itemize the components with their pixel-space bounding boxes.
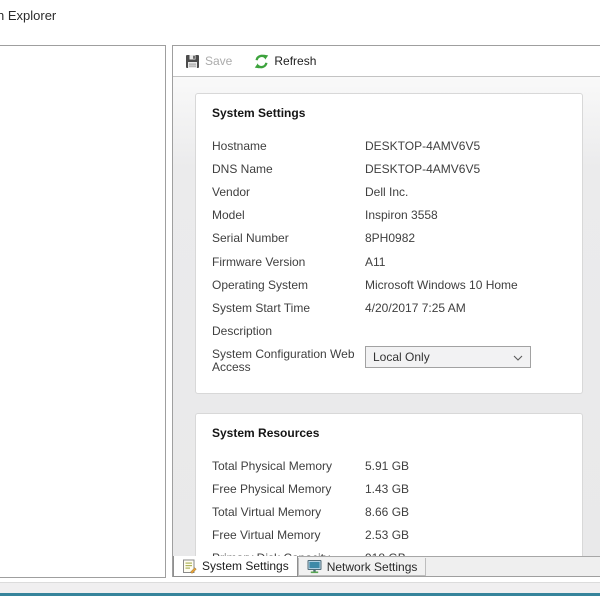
field-label: System Start Time — [212, 301, 365, 315]
tab-system-settings[interactable]: System Settings — [173, 556, 298, 577]
resource-row: Primary Disk Capacity 918 GB — [212, 547, 566, 556]
field-value: DESKTOP-4AMV6V5 — [365, 139, 480, 153]
web-access-row: System Configuration Web Access Local On… — [212, 346, 566, 374]
system-resources-group: System Resources Total Physical Memory 5… — [195, 413, 583, 556]
settings-row: Vendor Dell Inc. — [212, 180, 566, 203]
field-label: DNS Name — [212, 162, 365, 176]
settings-scroll-area[interactable]: System Settings Hostname DESKTOP-4AMV6V5… — [173, 77, 600, 556]
field-value: 2.53 GB — [365, 528, 409, 542]
field-label: Free Virtual Memory — [212, 528, 365, 542]
field-label: Serial Number — [212, 231, 365, 245]
field-value: 1.43 GB — [365, 482, 409, 496]
explorer-tree-panel[interactable] — [0, 45, 166, 578]
field-value: Inspiron 3558 — [365, 208, 438, 222]
field-label: Total Physical Memory — [212, 459, 365, 473]
settings-row: Serial Number 8PH0982 — [212, 227, 566, 250]
field-value: Dell Inc. — [365, 185, 408, 199]
field-value: 5.91 GB — [365, 459, 409, 473]
refresh-button[interactable]: Refresh — [250, 51, 320, 72]
field-label: Total Virtual Memory — [212, 505, 365, 519]
bottom-tab-strip: System Settings Network Settings — [173, 556, 600, 576]
refresh-icon — [254, 54, 269, 69]
field-value: 8.66 GB — [365, 505, 409, 519]
tab-label: Network Settings — [327, 560, 418, 574]
dropdown-selected-value: Local Only — [373, 350, 430, 364]
settings-row: Hostname DESKTOP-4AMV6V5 — [212, 134, 566, 157]
group-title: System Resources — [196, 414, 582, 440]
settings-row: Model Inspiron 3558 — [212, 204, 566, 227]
tab-network-settings[interactable]: Network Settings — [298, 558, 427, 576]
field-label: Description — [212, 324, 365, 338]
floppy-disk-icon — [185, 54, 200, 69]
resource-row: Total Physical Memory 5.91 GB — [212, 454, 566, 477]
resource-row: Free Virtual Memory 2.53 GB — [212, 524, 566, 547]
group-title: System Settings — [196, 94, 582, 120]
resource-row: Total Virtual Memory 8.66 GB — [212, 500, 566, 523]
field-value: DESKTOP-4AMV6V5 — [365, 162, 480, 176]
settings-row: Description — [212, 320, 566, 343]
network-monitor-icon — [307, 559, 322, 574]
field-label: Model — [212, 208, 365, 222]
field-value: 8PH0982 — [365, 231, 415, 245]
main-panel: Save Refresh System Settings Hostname — [172, 45, 600, 577]
form-icon — [182, 559, 197, 574]
settings-row: Operating System Microsoft Windows 10 Ho… — [212, 273, 566, 296]
field-label: Vendor — [212, 185, 365, 199]
toolbar: Save Refresh — [173, 46, 600, 77]
chevron-down-icon — [513, 348, 523, 366]
field-label: Free Physical Memory — [212, 482, 365, 496]
field-label: Operating System — [212, 278, 365, 292]
settings-row: Firmware Version A11 — [212, 250, 566, 273]
field-value: 4/20/2017 7:25 AM — [365, 301, 466, 315]
bottom-accent-line — [0, 593, 600, 596]
settings-row: System Start Time 4/20/2017 7:25 AM — [212, 296, 566, 319]
web-access-dropdown[interactable]: Local Only — [365, 346, 531, 368]
refresh-button-label: Refresh — [274, 54, 316, 68]
save-button[interactable]: Save — [181, 51, 236, 72]
field-label: System Configuration Web Access — [212, 346, 365, 374]
resource-row: Free Physical Memory 1.43 GB — [212, 477, 566, 500]
system-settings-group: System Settings Hostname DESKTOP-4AMV6V5… — [195, 93, 583, 394]
settings-row: DNS Name DESKTOP-4AMV6V5 — [212, 157, 566, 180]
field-label: Hostname — [212, 139, 365, 153]
tab-label: System Settings — [202, 559, 289, 573]
bottom-gray-band — [0, 582, 600, 593]
field-label: Firmware Version — [212, 255, 365, 269]
field-value: Microsoft Windows 10 Home — [365, 278, 518, 292]
window-title: n Explorer — [0, 8, 56, 23]
field-value: A11 — [365, 255, 385, 269]
save-button-label: Save — [205, 54, 232, 68]
